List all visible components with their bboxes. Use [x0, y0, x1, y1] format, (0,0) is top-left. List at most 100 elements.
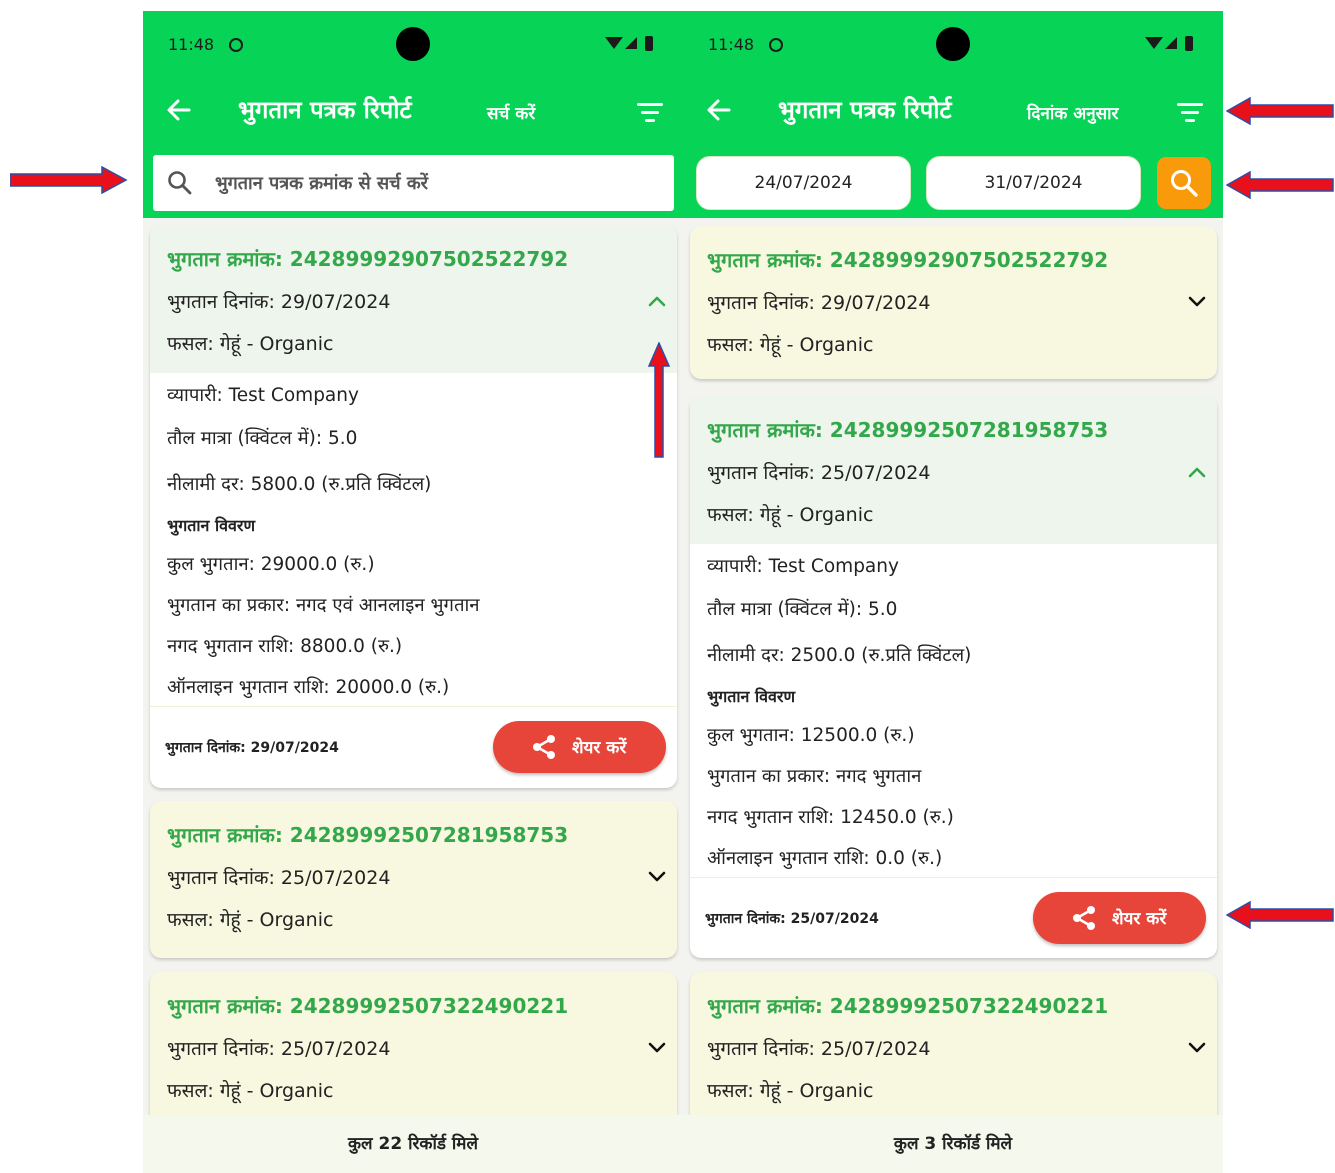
crop-label: फसल: गेहूं - Organic [707, 1080, 874, 1102]
total-payment-line: कुल भुगतान: 12500.0 (रु.) [707, 725, 915, 746]
crop-label: फसल: गेहूं - Organic [167, 333, 334, 355]
card-footer: भुगतान दिनांक: 25/07/2024 शेयर करें [690, 877, 1217, 958]
card-header[interactable]: भुगतान क्रमांक: 24289992907502522792 भुग… [690, 226, 1217, 374]
payment-date: भुगतान दिनांक: 25/07/2024 [167, 867, 391, 889]
cash-amount-line: नगद भुगतान राशि: 12450.0 (रु.) [707, 807, 954, 828]
app-bar: 11:48 भुगतान पत्रक रिपोर्ट दिनांक अनुसार… [683, 11, 1223, 218]
payment-date: भुगतान दिनांक: 29/07/2024 [167, 291, 391, 313]
payment-date: भुगतान दिनांक: 29/07/2024 [707, 292, 931, 314]
payment-number: भुगतान क्रमांक: 24289992507281958753 [167, 823, 569, 847]
signal-icon [1165, 37, 1177, 49]
status-sync-icon [229, 38, 243, 52]
signal-icon [625, 37, 637, 49]
battery-icon [645, 35, 653, 51]
quantity-line: तौल मात्रा (क्विंटल में): 5.0 [707, 599, 898, 620]
status-icons [1145, 33, 1193, 53]
status-time: 11:48 [708, 35, 755, 54]
payment-number: भुगतान क्रमांक: 24289992507322490221 [707, 994, 1109, 1018]
annotation-arrow-up [648, 342, 670, 458]
trader-line: व्यापारी: Test Company [707, 556, 899, 577]
chevron-down-icon[interactable] [1187, 294, 1207, 310]
rate-line: नीलामी दर: 5800.0 (रु.प्रति क्विंटल) [167, 474, 432, 495]
back-arrow-icon[interactable] [165, 95, 193, 125]
trader-line: व्यापारी: Test Company [167, 385, 359, 406]
payment-details-heading: भुगतान विवरण [167, 516, 256, 535]
payment-card[interactable]: भुगतान क्रमांक: 24289992907502522792 भुग… [690, 226, 1217, 379]
crop-label: फसल: गेहूं - Organic [707, 334, 874, 356]
date-search-button[interactable] [1157, 157, 1211, 209]
annotation-arrow-left [1226, 171, 1334, 199]
footer-payment-date: भुगतान दिनांक: 29/07/2024 [165, 740, 339, 756]
payment-date: भुगतान दिनांक: 25/07/2024 [707, 462, 931, 484]
search-mode-button[interactable]: सर्च करें [487, 101, 535, 124]
wifi-icon [605, 37, 623, 49]
app-bar: 11:48 भुगतान पत्रक रिपोर्ट सर्च करें [143, 11, 683, 218]
chevron-up-icon[interactable] [647, 293, 667, 309]
share-button-label: शेयर करें [572, 738, 627, 758]
left-phone-screen: 11:48 भुगतान पत्रक रिपोर्ट सर्च करें भुग [143, 11, 683, 1173]
status-icons [605, 33, 653, 53]
crop-label: फसल: गेहूं - Organic [707, 504, 874, 526]
total-payment-line: कुल भुगतान: 29000.0 (रु.) [167, 554, 375, 575]
chevron-down-icon[interactable] [647, 869, 667, 885]
filter-icon[interactable] [1177, 101, 1203, 123]
search-box [153, 155, 674, 211]
payment-card[interactable]: भुगतान क्रमांक: 24289992507281958753 भुग… [150, 801, 677, 958]
payment-date: भुगतान दिनांक: 25/07/2024 [167, 1038, 391, 1060]
crop-label: फसल: गेहूं - Organic [167, 909, 334, 931]
search-icon [167, 170, 193, 196]
online-amount-line: ऑनलाइन भुगतान राशि: 20000.0 (रु.) [167, 677, 450, 698]
annotation-arrow-right [10, 166, 128, 194]
annotation-arrow-left [1226, 901, 1334, 929]
battery-icon [1185, 35, 1193, 51]
chevron-down-icon[interactable] [647, 1040, 667, 1056]
record-count: कुल 3 रिकॉर्ड मिले [683, 1115, 1223, 1173]
cash-amount-line: नगद भुगतान राशि: 8800.0 (रु.) [167, 636, 403, 657]
card-header[interactable]: भुगतान क्रमांक: 2428999290750252​2792 भु… [150, 225, 677, 373]
card-header[interactable]: भुगतान क्रमांक: 24289992507322490221 भुग… [690, 972, 1217, 1120]
payment-number: भुगतान क्रमांक: 2428999290750252​2792 [167, 247, 569, 271]
share-icon [531, 734, 557, 760]
footer-payment-date: भुगतान दिनांक: 25/07/2024 [705, 911, 879, 927]
payment-card[interactable]: भुगतान क्रमांक: 24289992507322490221 भुग… [690, 972, 1217, 1129]
payment-card: भुगतान क्रमांक: 2428999290750252​2792 भु… [150, 225, 677, 788]
to-date-field[interactable]: 31/07/2024 [926, 156, 1141, 210]
wifi-icon [1145, 37, 1163, 49]
date-mode-button[interactable]: दिनांक अनुसार [1027, 101, 1119, 124]
search-input[interactable] [215, 161, 665, 205]
page-title: भुगतान पत्रक रिपोर्ट [238, 96, 412, 124]
share-button-label: शेयर करें [1112, 909, 1167, 929]
payment-type-line: भुगतान का प्रकार: नगद भुगतान [707, 766, 922, 787]
share-icon [1071, 905, 1097, 931]
online-amount-line: ऑनलाइन भुगतान राशि: 0.0 (रु.) [707, 848, 943, 869]
payment-type-line: भुगतान का प्रकार: नगद एवं आनलाइन भुगतान [167, 595, 480, 616]
payment-card: भुगतान क्रमांक: 24289992507281958753 भुग… [690, 396, 1217, 958]
share-button[interactable]: शेयर करें [493, 721, 666, 773]
payment-number: भुगतान क्रमांक: 24289992907502522792 [707, 248, 1109, 272]
payment-number: भुगतान क्रमांक: 24289992507322490221 [167, 994, 569, 1018]
payment-details-heading: भुगतान विवरण [707, 687, 796, 706]
share-button[interactable]: शेयर करें [1033, 892, 1206, 944]
record-count: कुल 22 रिकॉर्ड मिले [143, 1115, 683, 1173]
from-date-field[interactable]: 24/07/2024 [696, 156, 911, 210]
quantity-line: तौल मात्रा (क्विंटल में): 5.0 [167, 428, 358, 449]
payment-card[interactable]: भुगतान क्रमांक: 24289992507322490221 भुग… [150, 972, 677, 1129]
card-header[interactable]: भुगतान क्रमांक: 24289992507322490221 भुग… [150, 972, 677, 1120]
page-title: भुगतान पत्रक रिपोर्ट [778, 96, 952, 124]
back-arrow-icon[interactable] [705, 95, 733, 125]
status-time: 11:48 [168, 35, 215, 54]
rate-line: नीलामी दर: 2500.0 (रु.प्रति क्विंटल) [707, 645, 972, 666]
card-footer: भुगतान दिनांक: 29/07/2024 शेयर करें [150, 706, 677, 788]
right-phone-screen: 11:48 भुगतान पत्रक रिपोर्ट दिनांक अनुसार… [683, 11, 1223, 1173]
status-sync-icon [769, 38, 783, 52]
filter-icon[interactable] [637, 101, 663, 123]
crop-label: फसल: गेहूं - Organic [167, 1080, 334, 1102]
payment-number: भुगतान क्रमांक: 24289992507281958753 [707, 418, 1109, 442]
chevron-down-icon[interactable] [1187, 1040, 1207, 1056]
card-header[interactable]: भुगतान क्रमांक: 24289992507281958753 भुग… [150, 801, 677, 949]
payment-date: भुगतान दिनांक: 25/07/2024 [707, 1038, 931, 1060]
chevron-up-icon[interactable] [1187, 464, 1207, 480]
camera-cutout [396, 27, 430, 61]
card-header[interactable]: भुगतान क्रमांक: 24289992507281958753 भुग… [690, 396, 1217, 544]
search-icon [1169, 168, 1199, 198]
